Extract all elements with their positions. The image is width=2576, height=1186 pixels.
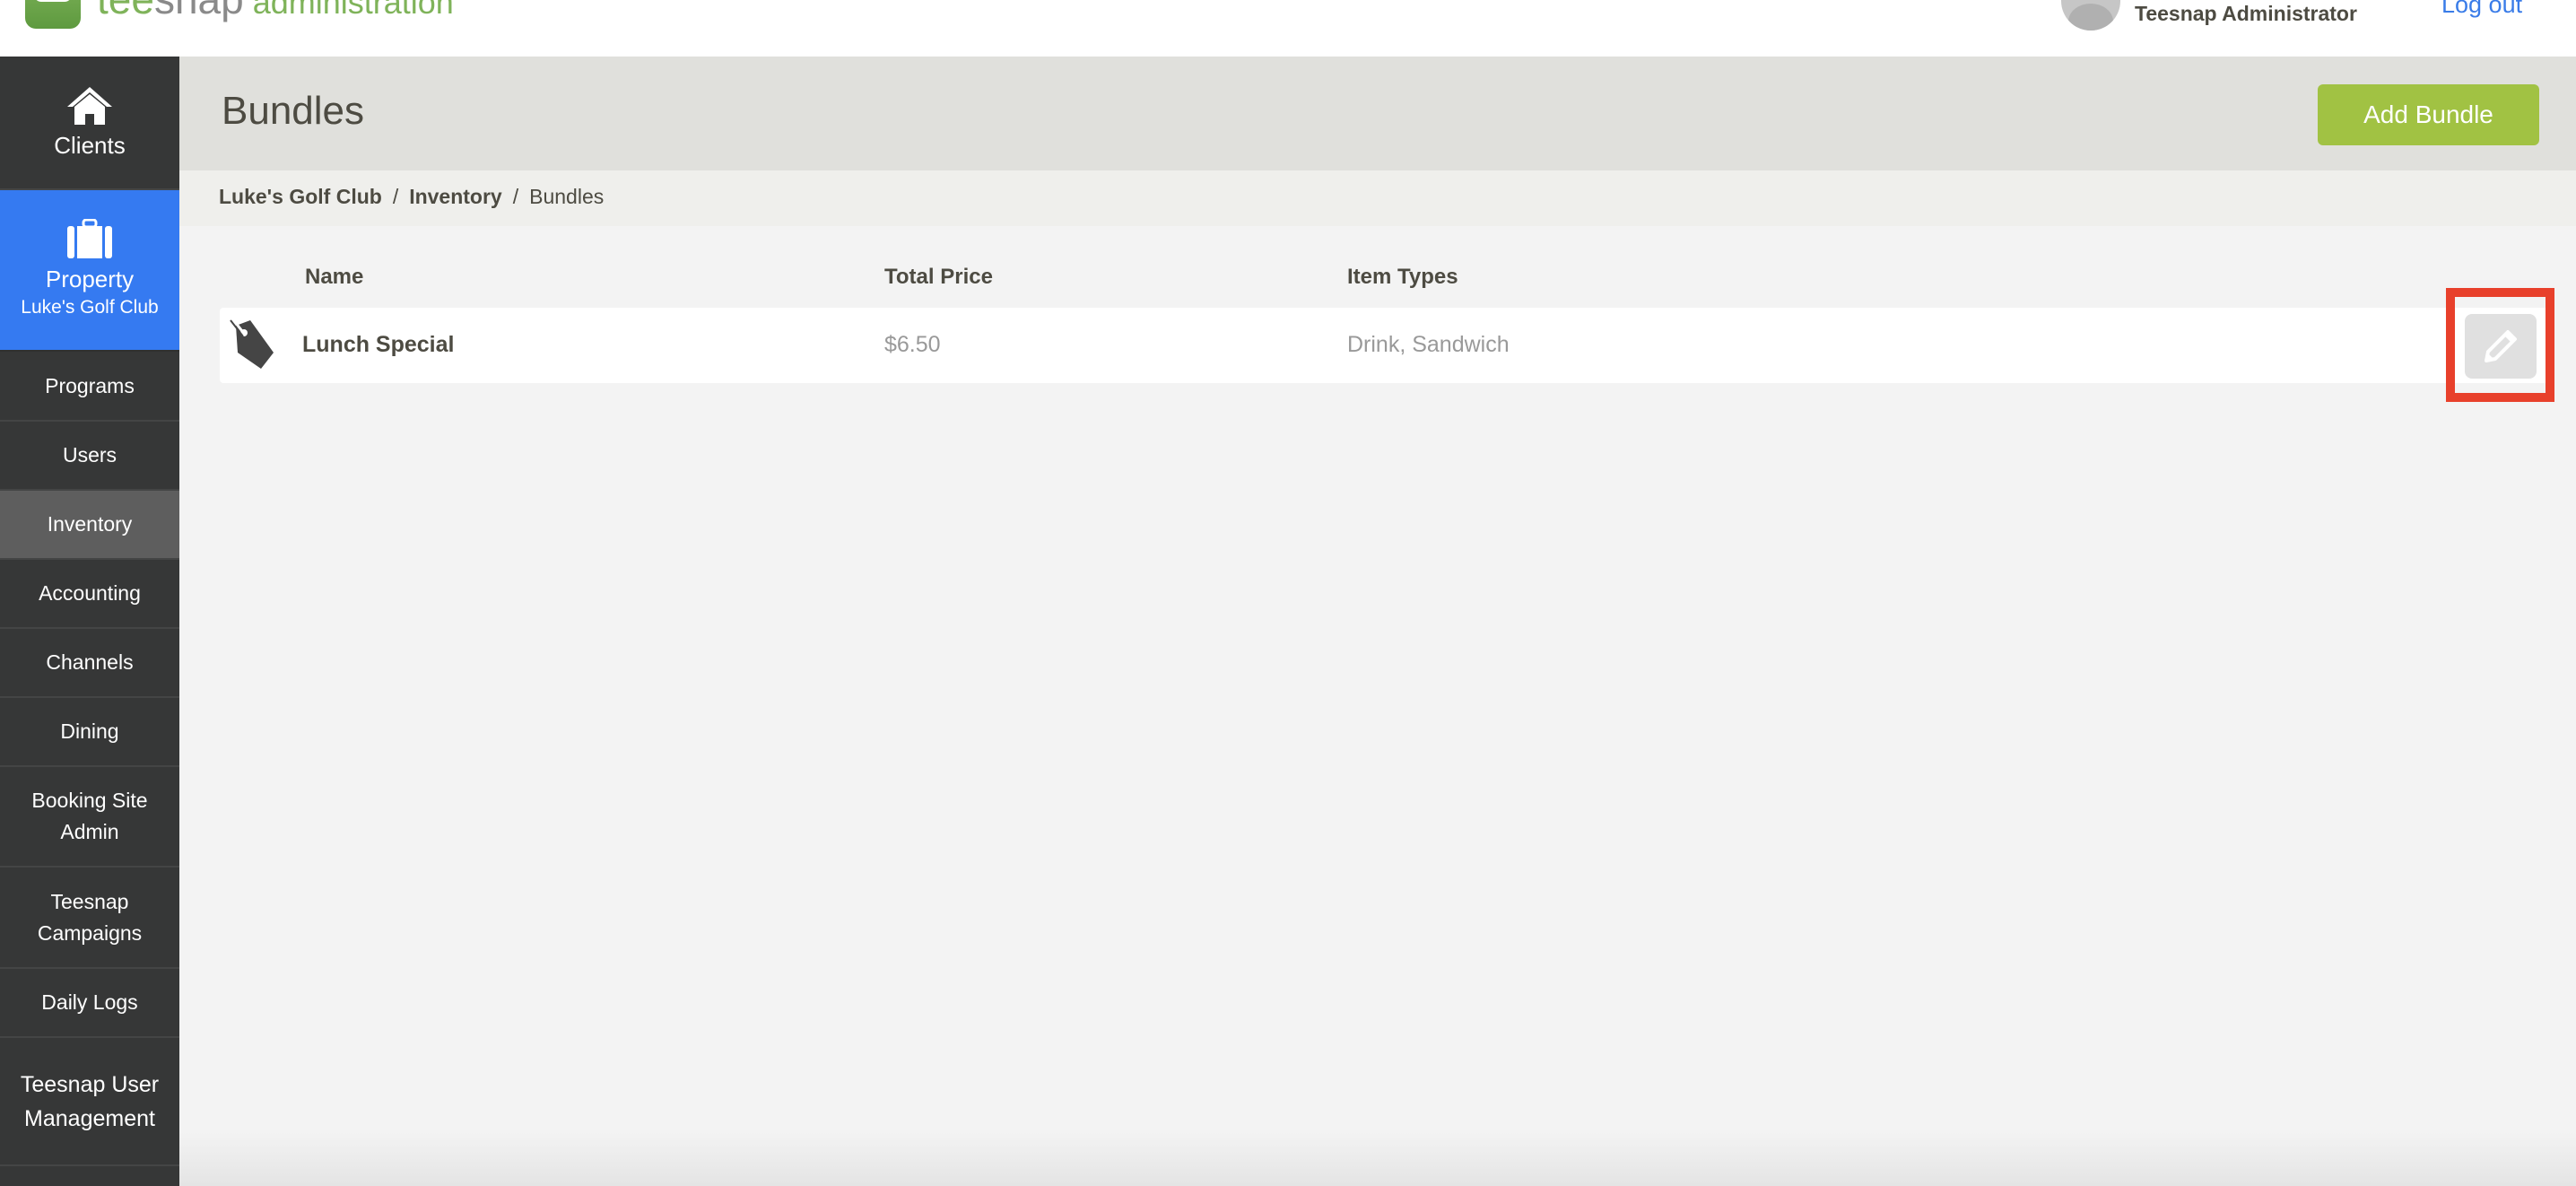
- sidebar-item-daily-logs[interactable]: Daily Logs: [0, 969, 179, 1038]
- sidebar-item-users[interactable]: Users: [0, 422, 179, 491]
- sidebar-item-teesnap-campaigns[interactable]: Teesnap Campaigns: [0, 868, 179, 969]
- page-title: Bundles: [222, 89, 365, 133]
- sidebar-item-inventory[interactable]: Inventory: [0, 491, 179, 560]
- home-icon: [67, 86, 112, 125]
- add-bundle-button[interactable]: Add Bundle: [2318, 84, 2539, 145]
- sidebar-item-clients[interactable]: Clients: [0, 57, 179, 190]
- sidebar-item-label: Accounting: [39, 581, 141, 605]
- logo-text: teesnap administration: [97, 0, 454, 31]
- breadcrumb-link-property[interactable]: Luke's Golf Club: [219, 185, 382, 209]
- sidebar-item-label: Booking Site Admin: [31, 789, 148, 843]
- page-header: Bundles: [179, 57, 2576, 170]
- breadcrumb-current: Bundles: [529, 185, 605, 208]
- sidebar-item-accounting[interactable]: Accounting: [0, 560, 179, 629]
- sidebar-item-label: Channels: [46, 650, 134, 674]
- sidebar-item-property[interactable]: Property Luke's Golf Club: [0, 190, 179, 352]
- user-name: Teesnap Administrator: [2135, 2, 2357, 25]
- sidebar-item-teesnap-user-management[interactable]: Teesnap User Management: [0, 1038, 179, 1166]
- sidebar-item-label: Users: [62, 443, 117, 467]
- column-header-name: Name: [305, 265, 364, 289]
- sidebar-item-label: Programs: [45, 373, 135, 397]
- sidebar-item-label: Daily Logs: [41, 990, 138, 1014]
- sidebar-item-booking-site-admin[interactable]: Booking Site Admin: [0, 767, 179, 868]
- logo-suffix: administration: [252, 0, 454, 21]
- top-header: teesnap administration Teesnap Administra…: [0, 0, 2576, 57]
- briefcase-icon: [67, 219, 112, 258]
- sidebar-item-sublabel: Luke's Golf Club: [21, 297, 159, 318]
- sidebar-item-label: Teesnap User Management: [20, 1071, 160, 1131]
- column-header-total-price: Total Price: [884, 265, 993, 289]
- logo-word-tee: tee: [97, 0, 154, 22]
- bottom-shade: [179, 1132, 2576, 1186]
- column-header-item-types: Item Types: [1347, 265, 1458, 289]
- edit-bundle-button[interactable]: [2465, 314, 2537, 379]
- breadcrumb-link-inventory[interactable]: Inventory: [409, 185, 502, 209]
- logo-word-snap: snap: [154, 0, 244, 22]
- logo-mark-icon: [25, 0, 81, 29]
- table-row[interactable]: Lunch Special $6.50 Drink, Sandwich: [220, 308, 2552, 383]
- sidebar-item-label: Clients: [54, 131, 126, 159]
- breadcrumb-separator: /: [512, 185, 519, 208]
- sidebar-item-label: Inventory: [47, 512, 133, 536]
- breadcrumb-bar: Luke's Golf Club / Inventory / Bundles: [179, 170, 2576, 226]
- breadcrumb-separator: /: [392, 185, 399, 208]
- avatar[interactable]: [2061, 0, 2120, 31]
- bundle-total-price: $6.50: [884, 332, 941, 357]
- sidebar-item-label: Property: [45, 266, 135, 292]
- sidebar-item-label: Dining: [60, 719, 119, 743]
- sidebar-item-label: Teesnap Campaigns: [37, 889, 143, 945]
- price-tag-icon: [230, 318, 274, 369]
- breadcrumb: Luke's Golf Club / Inventory / Bundles: [219, 185, 604, 209]
- logout-link[interactable]: Log out: [2441, 0, 2522, 19]
- sidebar-item-channels[interactable]: Channels: [0, 629, 179, 698]
- bundle-item-types: Drink, Sandwich: [1347, 332, 1510, 357]
- bundle-name[interactable]: Lunch Special: [302, 332, 454, 358]
- sidebar-item-dining[interactable]: Dining: [0, 698, 179, 767]
- sidebar: Clients Property Luke's Golf Club Progra…: [0, 57, 179, 1186]
- sidebar-item-programs[interactable]: Programs: [0, 352, 179, 422]
- pencil-icon: [2485, 330, 2517, 362]
- teesnap-logo[interactable]: teesnap administration: [25, 0, 454, 29]
